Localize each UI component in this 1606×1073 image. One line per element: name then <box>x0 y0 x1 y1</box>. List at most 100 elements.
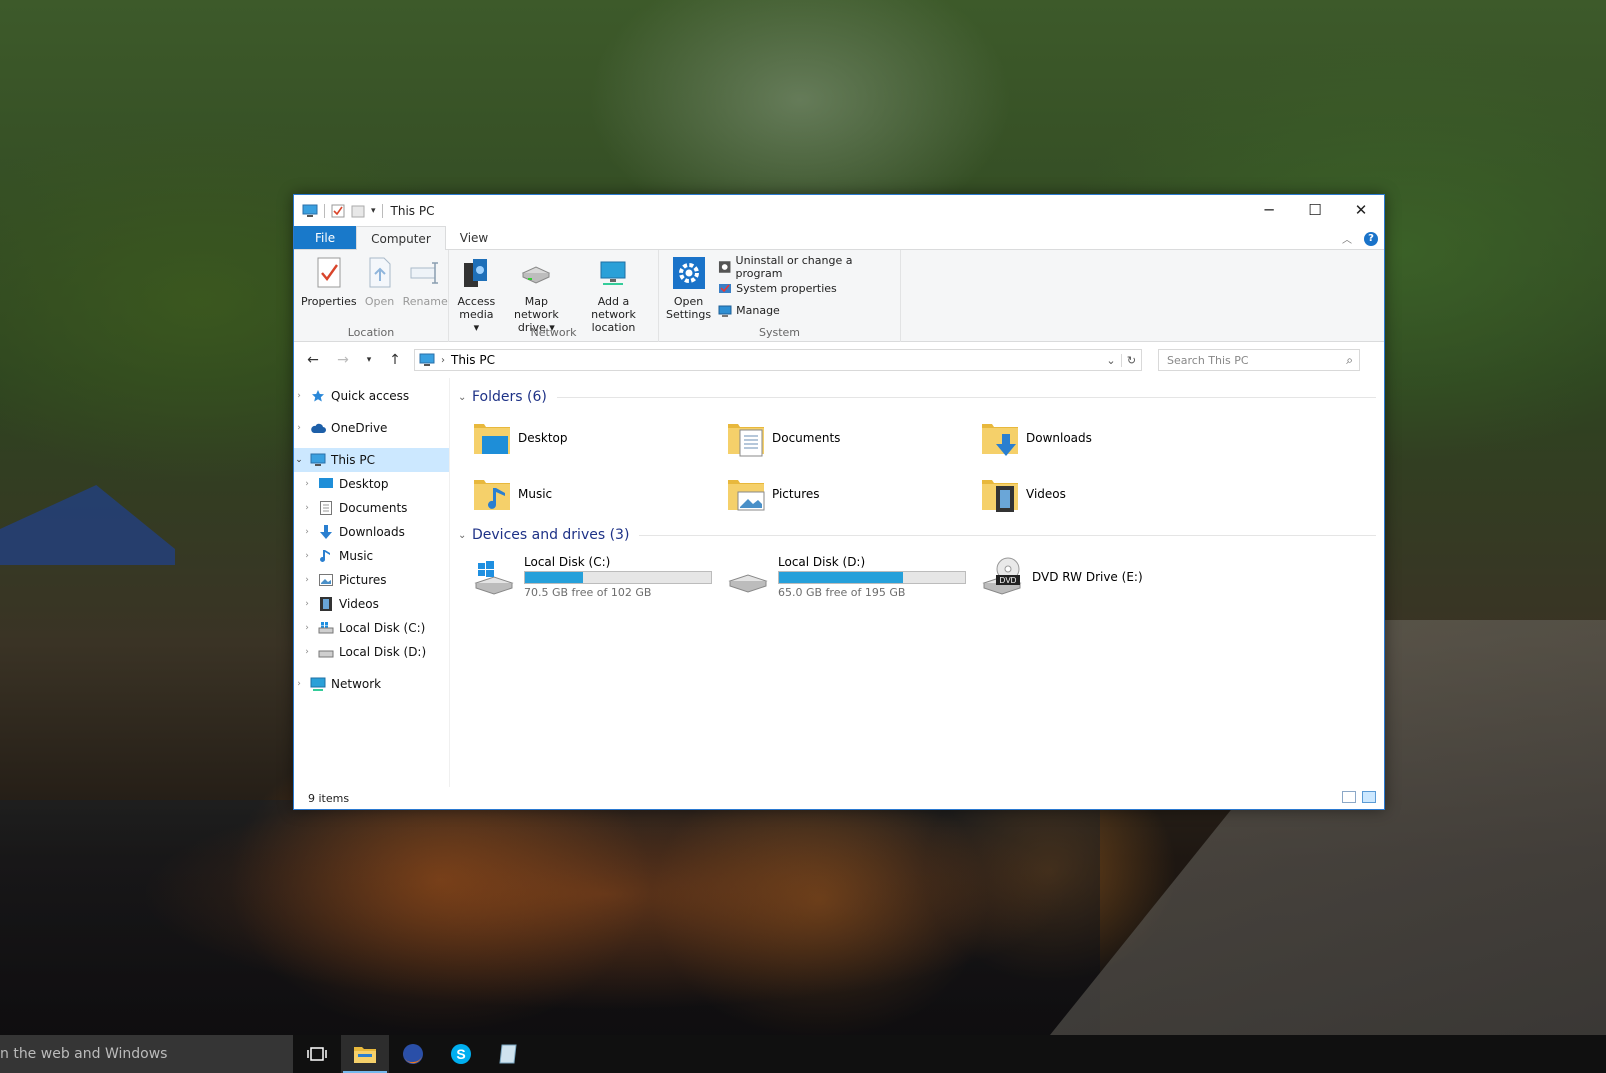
folder-documents-label: Documents <box>772 431 841 445</box>
drives-group-header[interactable]: ⌄ Devices and drives (3) <box>458 524 1376 546</box>
maximize-button[interactable]: ☐ <box>1292 195 1338 225</box>
nav-this-pc[interactable]: ⌄ This PC <box>294 448 449 472</box>
nav-music-label: Music <box>339 549 374 563</box>
expand-chevron-icon[interactable]: › <box>294 391 304 401</box>
task-view-icon[interactable] <box>293 1035 341 1073</box>
tab-computer[interactable]: Computer <box>356 226 446 250</box>
nav-videos[interactable]: › Videos <box>294 592 449 616</box>
minimize-button[interactable]: ─ <box>1246 195 1292 225</box>
expand-chevron-icon[interactable]: › <box>294 679 304 689</box>
drive-info: Local Disk (C:) 70.5 GB free of 102 GB <box>524 555 712 599</box>
expand-chevron-icon[interactable]: › <box>302 623 312 633</box>
folders-group-header[interactable]: ⌄ Folders (6) <box>458 386 1376 408</box>
folder-pictures[interactable]: Pictures <box>726 470 980 518</box>
expand-chevron-icon[interactable]: › <box>302 527 312 537</box>
navigation-pane: › Quick access › OneDrive ⌄ This PC › De… <box>294 378 450 787</box>
drive-dvd-rw-e[interactable]: DVD DVD RW Drive (E:) <box>980 552 1234 602</box>
system-properties-button[interactable]: System properties <box>718 280 896 297</box>
help-icon[interactable]: ? <box>1364 231 1378 246</box>
drive-icon <box>728 574 768 593</box>
expand-chevron-icon[interactable]: › <box>302 647 312 657</box>
nav-downloads[interactable]: › Downloads <box>294 520 449 544</box>
expand-chevron-icon[interactable]: › <box>302 503 312 513</box>
manage-button[interactable]: Manage <box>718 302 896 319</box>
minimize-ribbon-icon[interactable]: ︿ <box>1342 231 1352 246</box>
file-explorer-taskbar-icon[interactable] <box>341 1035 389 1073</box>
settings-gear-icon <box>672 257 705 289</box>
group-label-location: Location <box>347 326 395 339</box>
breadcrumb-chevron-icon[interactable]: › <box>441 355 445 366</box>
folder-documents[interactable]: Documents <box>726 414 980 462</box>
drive-d-usage-fill <box>779 572 904 583</box>
this-pc-address-icon <box>419 353 435 366</box>
uninstall-program-button[interactable]: Uninstall or change a program <box>718 254 896 280</box>
search-icon[interactable]: ⌕ <box>1346 353 1353 368</box>
tab-view[interactable]: View <box>446 226 502 249</box>
uninstall-icon <box>719 260 731 273</box>
properties-label: Properties <box>301 295 357 308</box>
videos-folder-icon <box>982 480 1018 512</box>
refresh-icon[interactable]: ↻ <box>1121 353 1141 367</box>
collapse-chevron-icon[interactable]: ⌄ <box>294 455 304 465</box>
firefox-icon[interactable] <box>389 1035 437 1073</box>
address-bar[interactable]: › This PC ⌄ ↻ <box>414 349 1142 371</box>
desktop-folder-icon <box>474 424 510 454</box>
ribbon-group-location: Properties Open Rename Location <box>294 250 449 342</box>
nav-videos-label: Videos <box>339 597 379 611</box>
skype-icon[interactable]: S <box>437 1035 485 1073</box>
search-box[interactable]: Search This PC ⌕ <box>1158 349 1360 371</box>
nav-onedrive[interactable]: › OneDrive <box>294 416 449 440</box>
nav-onedrive-label: OneDrive <box>331 421 388 435</box>
collapse-chevron-icon[interactable]: ⌄ <box>458 530 472 541</box>
up-arrow-icon[interactable]: ↑ <box>382 348 408 372</box>
new-folder-qat-icon[interactable] <box>351 204 365 218</box>
properties-qat-icon[interactable] <box>331 204 345 218</box>
nav-music[interactable]: › Music <box>294 544 449 568</box>
customize-qat-icon[interactable]: ▾ <box>371 206 376 216</box>
folder-videos[interactable]: Videos <box>980 470 1234 518</box>
windows-drive-icon <box>318 622 334 634</box>
nav-local-disk-c[interactable]: › Local Disk (C:) <box>294 616 449 640</box>
divider <box>556 396 1376 398</box>
nav-quick-access[interactable]: › Quick access <box>294 384 449 408</box>
drive-c-free-space: 70.5 GB free of 102 GB <box>524 586 652 599</box>
large-icons-view-icon[interactable] <box>1362 791 1376 803</box>
drive-local-disk-d[interactable]: Local Disk (D:) 65.0 GB free of 195 GB <box>726 552 980 602</box>
taskbar-search[interactable]: n the web and Windows <box>0 1035 293 1073</box>
nav-this-pc-label: This PC <box>331 453 375 467</box>
navigation-bar: ← → ▾ ↑ › This PC ⌄ ↻ Search This PC ⌕ <box>294 342 1384 378</box>
documents-folder-icon <box>728 424 764 457</box>
breadcrumb-this-pc[interactable]: This PC <box>451 353 495 367</box>
back-arrow-icon[interactable]: ← <box>300 348 326 372</box>
recent-locations-chevron-icon[interactable]: ▾ <box>360 348 378 372</box>
folder-music[interactable]: Music <box>472 470 726 518</box>
expand-chevron-icon[interactable]: › <box>302 551 312 561</box>
nav-pictures[interactable]: › Pictures <box>294 568 449 592</box>
star-icon <box>312 390 324 402</box>
collapse-chevron-icon[interactable]: ⌄ <box>458 392 472 403</box>
address-dropdown-icon[interactable]: ⌄ <box>1101 354 1121 367</box>
expand-chevron-icon[interactable]: › <box>302 479 312 489</box>
expand-chevron-icon[interactable]: › <box>302 599 312 609</box>
forward-arrow-icon[interactable]: → <box>330 348 356 372</box>
expand-chevron-icon[interactable]: › <box>302 575 312 585</box>
tab-file[interactable]: File <box>294 226 357 249</box>
folder-downloads[interactable]: Downloads <box>980 414 1234 462</box>
nav-local-disk-d[interactable]: › Local Disk (D:) <box>294 640 449 664</box>
folder-desktop[interactable]: Desktop <box>472 414 726 462</box>
divider <box>639 534 1376 536</box>
app-icon[interactable] <box>485 1035 533 1073</box>
address-controls: ⌄ ↻ <box>1101 350 1141 370</box>
expand-chevron-icon[interactable]: › <box>294 423 304 433</box>
details-view-icon[interactable] <box>1342 791 1356 803</box>
rename-label: Rename <box>402 295 448 308</box>
nav-desktop[interactable]: › Desktop <box>294 472 449 496</box>
nav-documents[interactable]: › Documents <box>294 496 449 520</box>
nav-network-label: Network <box>331 677 382 691</box>
nav-network[interactable]: › Network <box>294 672 449 696</box>
add-network-location-label: Add a network <box>591 295 636 321</box>
close-button[interactable]: ✕ <box>1338 195 1384 225</box>
documents-icon <box>320 501 332 515</box>
drive-local-disk-c[interactable]: Local Disk (C:) 70.5 GB free of 102 GB <box>472 552 726 602</box>
quick-access-toolbar: ▾ <box>294 204 383 218</box>
